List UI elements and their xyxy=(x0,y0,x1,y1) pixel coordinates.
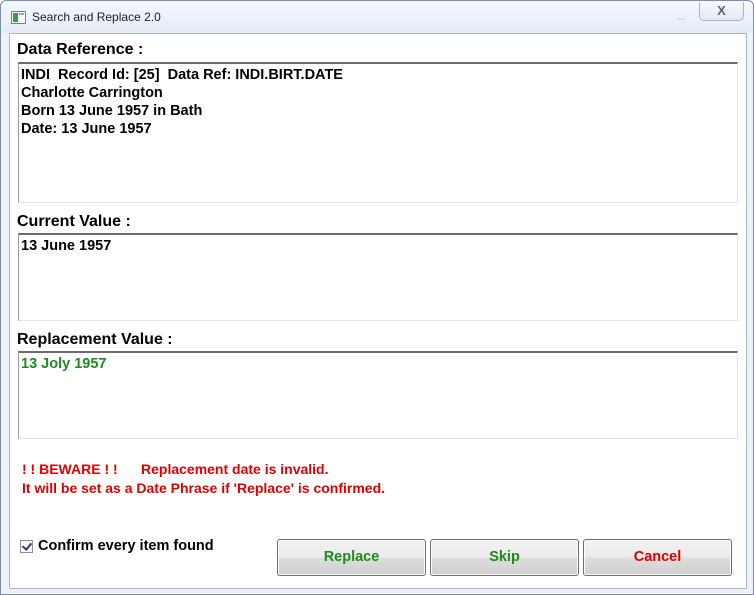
search-replace-window: Search and Replace 2.0 _ X Data Referenc… xyxy=(0,0,754,595)
data-reference-line: Born 13 June 1957 in Bath xyxy=(21,103,203,119)
confirm-checkbox[interactable] xyxy=(20,540,33,553)
data-reference-line: Charlotte Carrington xyxy=(21,85,163,101)
cancel-button[interactable]: Cancel xyxy=(583,539,732,576)
data-reference-line: Date: 13 June 1957 xyxy=(21,121,152,137)
data-reference-box[interactable]: INDI Record Id: [25] Data Ref: INDI.BIRT… xyxy=(18,62,738,203)
invalid-date-warning: ! ! BEWARE ! ! Replacement date is inval… xyxy=(22,461,329,477)
title-bar[interactable]: Search and Replace 2.0 _ X xyxy=(1,1,753,33)
confirm-checkbox-label[interactable]: Confirm every item found xyxy=(38,538,214,554)
close-button[interactable]: X xyxy=(699,2,744,21)
current-value-text: 13 June 1957 xyxy=(21,238,112,254)
skip-button[interactable]: Skip xyxy=(430,539,579,576)
replacement-value-label: Replacement Value : xyxy=(17,331,173,348)
window-title: Search and Replace 2.0 xyxy=(32,10,161,24)
app-icon xyxy=(11,11,26,24)
dialog-body: Data Reference : INDI Record Id: [25] Da… xyxy=(9,33,747,589)
minimize-button[interactable]: _ xyxy=(671,6,691,22)
replacement-value-text: 13 Joly 1957 xyxy=(21,356,107,372)
date-phrase-warning: It will be set as a Date Phrase if 'Repl… xyxy=(22,480,386,496)
current-value-box[interactable]: 13 June 1957 xyxy=(18,233,738,321)
data-reference-line: INDI Record Id: [25] Data Ref: INDI.BIRT… xyxy=(21,67,343,83)
replacement-value-box[interactable]: 13 Joly 1957 xyxy=(18,351,738,439)
data-reference-label: Data Reference : xyxy=(17,41,144,58)
replace-button[interactable]: Replace xyxy=(277,539,426,576)
current-value-label: Current Value : xyxy=(17,213,131,230)
